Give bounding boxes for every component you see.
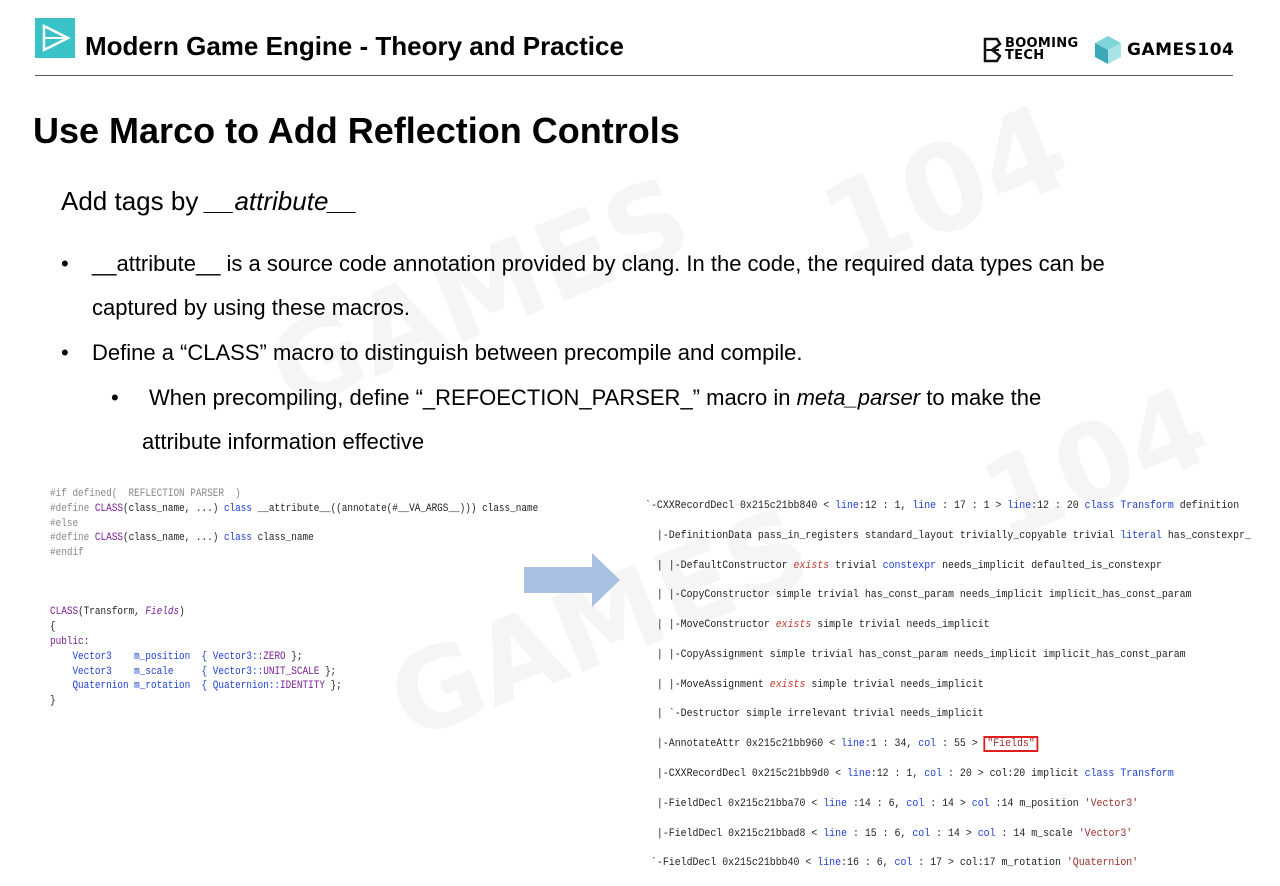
right-arrow-icon — [524, 553, 622, 612]
sub-bullet-dot-icon: • — [111, 385, 119, 410]
fields-highlight-box: "Fields" — [983, 736, 1039, 753]
sub-bullet-line-1: When precompiling, define “_REFOECTION_P… — [149, 385, 1042, 410]
booming-tech-logo: BOOMING TECH — [982, 37, 1083, 63]
bullet-1-line-1: __attribute__ is a source code annotatio… — [92, 251, 1105, 276]
booming-logo-text: BOOMING TECH — [1005, 36, 1079, 63]
bullet-dot-icon: • — [61, 251, 69, 276]
subtitle-attribute: __attribute__ — [205, 186, 358, 216]
bullet-dot-icon: • — [61, 340, 69, 365]
ast-dump-block: `-CXXRecordDecl 0x215c21bb840 < line:12 … — [645, 499, 1252, 870]
macro-code-block: #if defined( REFLECTION PARSER ) #define… — [50, 488, 539, 708]
games104-logo: GAMES104 — [1093, 34, 1234, 66]
bullet-2: Define a “CLASS” macro to distinguish be… — [92, 340, 803, 365]
header-divider — [35, 75, 1233, 76]
header-title: Modern Game Engine - Theory and Practice — [85, 31, 624, 61]
subtitle-prefix: Add tags by — [61, 186, 206, 216]
sub-bullet-line-2: attribute information effective — [142, 429, 425, 454]
slide-subtitle: Add tags by __attribute__ — [61, 184, 357, 218]
games104-logo-text: GAMES104 — [1127, 40, 1235, 60]
bullet-1-line-2: captured by using these macros. — [92, 295, 410, 320]
slide-title: Use Marco to Add Reflection Controls — [33, 110, 680, 151]
booming-logo-icon — [983, 37, 1002, 63]
course-logo-icon — [35, 18, 75, 58]
games104-cube-icon — [1095, 36, 1121, 64]
